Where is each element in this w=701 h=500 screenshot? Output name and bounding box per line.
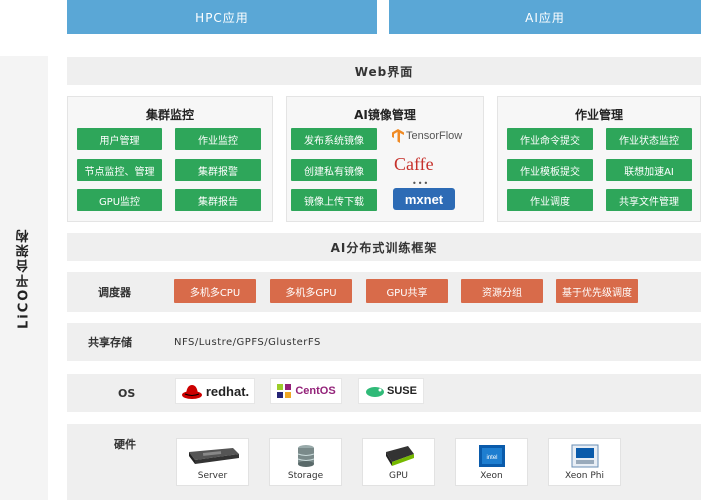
sched-btn-multi-cpu[interactable]: 多机多CPU [174, 279, 256, 303]
platform-title-text: LiCO平台架构 [16, 227, 32, 329]
storage-band [67, 323, 701, 361]
web-ui-title: Web界面 [354, 64, 414, 79]
hw-xeonphi-card: Xeon Phi [548, 438, 621, 486]
cluster-btn-alarm[interactable]: 集群报警 [175, 159, 261, 181]
hw-gpu-label: GPU [389, 471, 408, 481]
gpu-card-icon [385, 446, 414, 466]
cluster-btn-report[interactable]: 集群报告 [175, 189, 261, 211]
hw-xeonphi-label: Xeon Phi [564, 471, 604, 481]
hardware-label: 硬件 [114, 438, 136, 451]
cluster-btn-node-monitor[interactable]: 节点监控、管理 [77, 159, 162, 181]
cluster-btn-gpu-monitor[interactable]: GPU监控 [77, 189, 162, 211]
ai-btn-upload[interactable]: 镜像上传下载 [291, 189, 377, 211]
suse-chameleon-icon [366, 387, 385, 397]
cluster-btn-job-monitor[interactable]: 作业监控 [175, 128, 261, 150]
job-btn-lenovo-ai[interactable]: 联想加速AI [606, 159, 692, 181]
hw-storage-card: Storage [269, 438, 342, 486]
redhat-logo: redhat. [175, 378, 255, 404]
sched-btn-gpu-share[interactable]: GPU共享 [366, 279, 448, 303]
mxnet-logo: mxnet [393, 188, 455, 210]
centos-label: CentOS [295, 385, 336, 397]
hw-server-card: Server [176, 438, 249, 486]
caffe-logo: Caffe [394, 154, 454, 178]
scheduler-label: 调度器 [98, 286, 131, 299]
cluster-monitor-title: 集群监控 [145, 108, 194, 122]
ellipsis-icon: ••• [412, 179, 430, 188]
platform-title: LiCO平台架构 [0, 56, 48, 500]
ai-training-band: AI分布式训练框架 [67, 233, 701, 261]
suse-logo: SUSE [358, 378, 424, 404]
os-label: OS [118, 386, 136, 400]
redhat-hat-icon [181, 385, 202, 399]
suse-label: SUSE [387, 385, 417, 397]
centos-logo: CentOS [270, 378, 342, 404]
ai-app-label: AI应用 [525, 10, 565, 25]
centos-icon [277, 384, 292, 398]
job-btn-status[interactable]: 作业状态监控 [606, 128, 692, 150]
hpc-app-bar: HPC应用 [67, 0, 377, 34]
xeon-chip-icon: intel [478, 445, 505, 467]
tensorflow-label: TensorFlow [406, 130, 463, 142]
hw-gpu-card: GPU [362, 438, 435, 486]
storage-value: NFS/Lustre/GPFS/GlusterFS [174, 336, 321, 348]
web-ui-band: Web界面 [67, 57, 701, 85]
svg-text:intel: intel [486, 455, 497, 461]
xeon-phi-chip-icon [571, 444, 598, 468]
sched-btn-priority[interactable]: 基于优先级调度 [556, 279, 638, 303]
tensorflow-icon [392, 129, 404, 143]
ai-training-title: AI分布式训练框架 [330, 240, 438, 255]
ai-btn-create[interactable]: 创建私有镜像 [291, 159, 377, 181]
storage-label: 共享存储 [88, 336, 132, 349]
job-btn-shared-files[interactable]: 共享文件管理 [606, 189, 692, 211]
job-btn-schedule[interactable]: 作业调度 [507, 189, 593, 211]
ai-app-bar: AI应用 [389, 0, 701, 34]
ai-image-title: AI镜像管理 [354, 108, 416, 122]
storage-icon [297, 445, 314, 467]
cluster-btn-user-mgmt[interactable]: 用户管理 [77, 128, 162, 150]
hpc-app-label: HPC应用 [195, 10, 249, 25]
hw-storage-label: Storage [287, 471, 324, 481]
redhat-label: redhat. [205, 383, 250, 399]
job-btn-command[interactable]: 作业命令提交 [507, 128, 593, 150]
sched-btn-resource-group[interactable]: 资源分组 [461, 279, 543, 303]
job-mgmt-title: 作业管理 [574, 108, 623, 122]
caffe-label: Caffe [394, 154, 434, 174]
sched-btn-multi-gpu[interactable]: 多机多GPU [270, 279, 352, 303]
tensorflow-logo: TensorFlow [392, 126, 478, 146]
hw-server-label: Server [197, 471, 228, 481]
ai-btn-publish[interactable]: 发布系统镜像 [291, 128, 377, 150]
mxnet-label: mxnet [404, 191, 444, 207]
server-icon [188, 448, 239, 464]
job-btn-template[interactable]: 作业模板提交 [507, 159, 593, 181]
hw-xeon-card: intel Xeon [455, 438, 528, 486]
hw-xeon-label: Xeon [480, 471, 503, 481]
